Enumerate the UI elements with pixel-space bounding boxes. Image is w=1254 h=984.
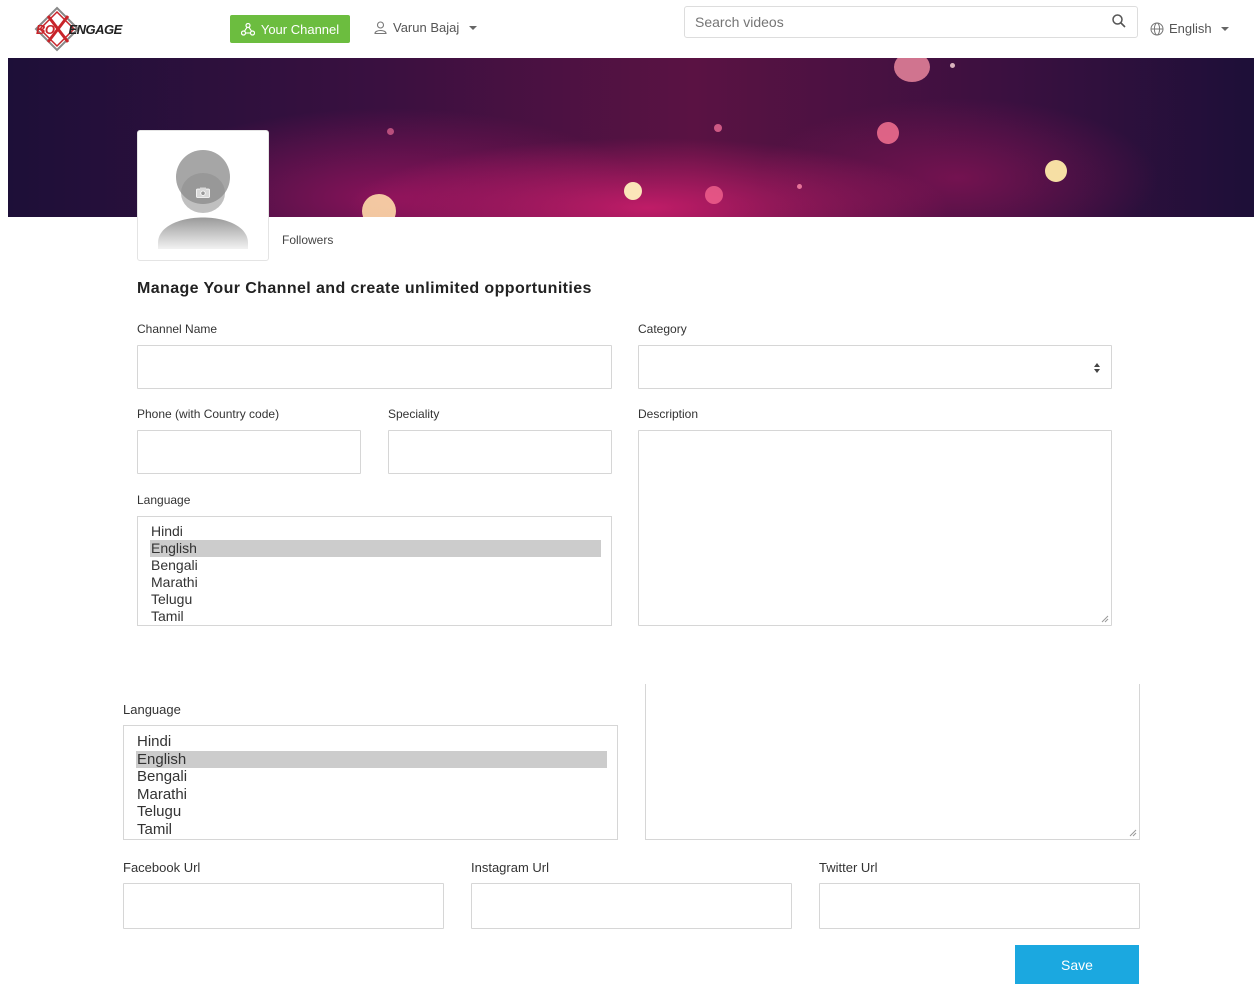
camera-icon[interactable]: [196, 187, 210, 198]
followers-label: Followers: [282, 233, 334, 247]
language-option[interactable]: Telugu: [136, 803, 607, 821]
network-icon: [240, 22, 255, 36]
facebook-url-input[interactable]: [123, 883, 444, 929]
chevron-down-icon: [469, 25, 478, 30]
globe-icon: [1150, 22, 1164, 35]
bokeh-light: [387, 128, 394, 135]
channel-name-label: Channel Name: [137, 322, 218, 336]
language-option[interactable]: Telugu: [150, 591, 601, 608]
save-button[interactable]: Save: [1015, 945, 1139, 984]
logo-text-bo: BO: [36, 22, 55, 37]
bokeh-light: [950, 63, 955, 68]
speciality-label: Speciality: [388, 407, 440, 421]
channel-name-input[interactable]: [137, 345, 612, 389]
channel-avatar-upload[interactable]: [137, 130, 269, 261]
speciality-input[interactable]: [388, 430, 612, 474]
bokeh-light: [362, 194, 396, 217]
instagram-url-label: Instagram Url: [471, 860, 550, 875]
bokeh-light: [894, 58, 930, 82]
page-heading: Manage Your Channel and create unlimited…: [137, 280, 592, 297]
bokeh-light: [624, 182, 642, 200]
language-option[interactable]: Marathi: [136, 786, 607, 804]
facebook-url-label: Facebook Url: [123, 860, 201, 875]
search-videos-input[interactable]: [684, 6, 1138, 38]
instagram-url-input[interactable]: [471, 883, 792, 929]
select-arrows-icon: [1094, 363, 1100, 373]
language-select-label-lower: Language: [123, 702, 181, 717]
bokeh-light: [705, 186, 723, 204]
twitter-url-input[interactable]: [819, 883, 1140, 929]
language-option[interactable]: Bengali: [136, 768, 607, 786]
language-listbox-lower[interactable]: Hindi English Bengali Marathi Telugu Tam…: [123, 725, 618, 840]
user-name: Varun Bajaj: [393, 20, 460, 35]
your-channel-button[interactable]: Your Channel: [230, 15, 350, 43]
language-listbox[interactable]: Hindi English Bengali Marathi Telugu Tam…: [137, 516, 612, 626]
language-option[interactable]: Tamil: [150, 608, 601, 625]
user-menu-dropdown[interactable]: Varun Bajaj: [374, 20, 478, 35]
language-label: English: [1169, 21, 1212, 36]
your-channel-label: Your Channel: [260, 21, 340, 37]
logo-text-engage: ENGAGE: [68, 22, 123, 37]
bokeh-light: [714, 124, 722, 132]
description-textarea[interactable]: [638, 430, 1112, 626]
language-option[interactable]: Hindi: [136, 733, 607, 751]
language-option[interactable]: Marathi: [150, 574, 601, 591]
bokeh-light: [1045, 160, 1067, 182]
language-select-label: Language: [137, 493, 191, 507]
language-option-selected[interactable]: English: [150, 540, 601, 557]
category-label: Category: [638, 322, 687, 336]
description-label: Description: [638, 407, 699, 421]
twitter-url-label: Twitter Url: [819, 860, 878, 875]
bokeh-light: [877, 122, 899, 144]
language-dropdown[interactable]: English: [1150, 21, 1229, 36]
logo-text: BO ENGAGE: [36, 22, 122, 37]
bokeh-light: [797, 184, 802, 189]
description-textarea-lower[interactable]: [645, 684, 1140, 840]
language-option[interactable]: Tamil: [136, 821, 607, 839]
resize-handle-icon[interactable]: [1129, 829, 1137, 837]
phone-input[interactable]: [137, 430, 361, 474]
category-select[interactable]: [638, 345, 1112, 389]
user-icon: [374, 21, 387, 34]
chevron-down-icon: [1220, 26, 1229, 31]
boxengage-logo[interactable]: BO ENGAGE: [34, 6, 154, 52]
phone-label: Phone (with Country code): [137, 407, 280, 421]
resize-handle-icon[interactable]: [1101, 615, 1109, 623]
language-option-selected[interactable]: English: [136, 750, 607, 769]
language-option[interactable]: Bengali: [150, 557, 601, 574]
language-option[interactable]: Hindi: [150, 523, 601, 540]
top-nav-bar: BO ENGAGE Your Channel Varun Bajaj Searc…: [0, 0, 1254, 58]
search-icon[interactable]: [1111, 13, 1127, 29]
